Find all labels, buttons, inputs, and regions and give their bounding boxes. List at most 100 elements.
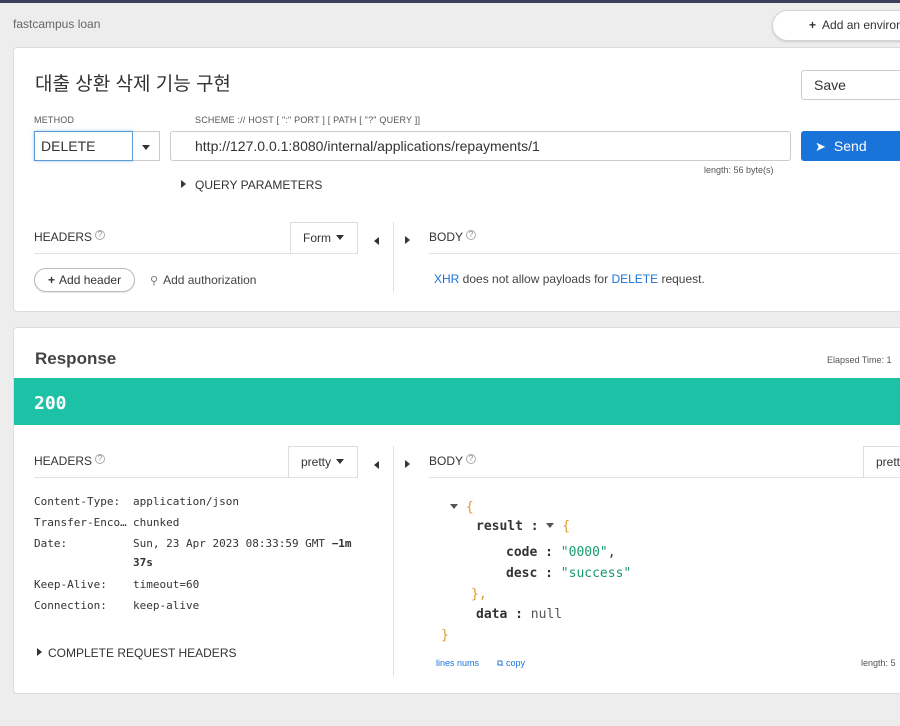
delete-method-link[interactable]: DELETE	[611, 272, 658, 286]
json-data-line: data : null	[476, 607, 562, 622]
collapse-right-icon[interactable]	[405, 456, 410, 474]
form-dropdown[interactable]: Form	[290, 222, 358, 253]
json-code-line: code : "0000",	[506, 545, 616, 560]
xhr-notice-end: request.	[658, 272, 705, 286]
elapsed-time: Elapsed Time: 1	[827, 355, 892, 365]
url-input[interactable]: http://127.0.0.1:8080/internal/applicati…	[170, 131, 791, 161]
response-panel: Response Elapsed Time: 1 200 HEADERS? pr…	[13, 327, 900, 694]
json-brace: {	[465, 500, 474, 515]
add-environment-label: Add an environ	[822, 18, 900, 32]
json-result-close: },	[471, 587, 487, 602]
status-bar: 200	[14, 378, 900, 425]
collapse-left-icon[interactable]	[374, 232, 379, 250]
date-value: Sun, 23 Apr 2023 08:33:59 GMT	[133, 537, 326, 550]
method-label: METHOD	[34, 115, 75, 125]
help-icon[interactable]: ?	[466, 230, 477, 240]
json-key: result	[476, 519, 523, 534]
body-length: length: 5	[861, 658, 896, 668]
help-icon[interactable]: ?	[95, 230, 106, 240]
add-header-button[interactable]: + Add header	[34, 268, 135, 292]
header-key: Content-Type:	[34, 495, 121, 508]
divider	[34, 477, 358, 478]
collapse-right-icon[interactable]	[405, 232, 410, 250]
body-pretty-dropdown[interactable]: prett	[863, 446, 900, 477]
header-key: Date:	[34, 537, 68, 550]
key-icon: ⚲	[150, 275, 159, 287]
complete-request-headers-toggle[interactable]: COMPLETE REQUEST HEADERS	[37, 646, 236, 660]
send-label: Send	[833, 138, 867, 154]
pretty-dropdown[interactable]: pretty	[288, 446, 358, 477]
breadcrumb[interactable]: fastcampus loan	[13, 17, 100, 31]
response-headers-label: HEADERS?	[34, 454, 106, 468]
header-value: timeout=60	[133, 578, 200, 591]
divider	[429, 253, 900, 254]
request-title[interactable]: 대출 상환 삭제 기능 구현	[35, 69, 231, 96]
divider	[393, 446, 394, 676]
plus-icon: +	[809, 18, 817, 32]
help-icon[interactable]: ?	[466, 454, 477, 464]
add-authorization-link[interactable]: ⚲ Add authorization	[150, 273, 256, 287]
collapse-left-icon[interactable]	[374, 456, 379, 474]
add-authorization-label: Add authorization	[163, 273, 257, 287]
query-parameters-label: QUERY PARAMETERS	[195, 178, 323, 192]
json-root-open[interactable]: {	[450, 500, 474, 515]
json-result-line: result : {	[476, 519, 570, 534]
divider	[393, 222, 394, 292]
send-button[interactable]: ➤ Send	[801, 131, 900, 161]
json-comma: ,	[607, 545, 616, 560]
json-sep: :	[515, 607, 523, 622]
json-brace: {	[562, 519, 571, 534]
response-body-text: BODY	[429, 454, 464, 468]
xhr-link[interactable]: XHR	[434, 272, 459, 286]
copy-label: copy	[505, 658, 525, 668]
header-key: Transfer-Enco…	[34, 516, 127, 529]
collapse-icon[interactable]	[450, 504, 458, 509]
divider	[429, 477, 900, 478]
caret-down-icon	[336, 235, 344, 240]
request-body-label: BODY?	[429, 230, 477, 244]
xhr-notice: XHR does not allow payloads for DELETE r…	[434, 272, 705, 286]
lines-nums-toggle[interactable]: lines nums	[436, 658, 479, 668]
json-brace: },	[471, 587, 487, 602]
complete-request-headers-label: COMPLETE REQUEST HEADERS	[48, 646, 237, 660]
json-key: desc	[506, 566, 538, 581]
method-input[interactable]: DELETE	[34, 131, 133, 161]
date-age: −1m	[331, 537, 352, 550]
caret-right-icon	[37, 648, 42, 656]
query-parameters-toggle[interactable]: QUERY PARAMETERS	[181, 178, 322, 192]
caret-right-icon	[181, 180, 186, 188]
save-button[interactable]: Save	[801, 70, 900, 100]
add-environment-button[interactable]: + Add an environ	[772, 10, 900, 41]
add-header-label: Add header	[59, 273, 122, 287]
response-title: Response	[35, 349, 117, 368]
header-value: keep-alive	[133, 599, 200, 612]
url-label: SCHEME :// HOST [ ":" PORT ] [ PATH [ "?…	[195, 115, 421, 125]
header-value: application/json	[133, 495, 239, 508]
caret-down-icon	[142, 145, 150, 150]
response-body-label: BODY?	[429, 454, 477, 468]
plus-icon: +	[48, 273, 56, 287]
request-headers-text: HEADERS	[34, 230, 93, 244]
copy-button[interactable]: ⧉ copy	[497, 658, 525, 669]
status-code: 200	[34, 393, 67, 414]
json-string: "success"	[560, 566, 632, 581]
url-length: length: 56 byte(s)	[704, 165, 774, 175]
request-headers-label: HEADERS?	[34, 230, 106, 244]
header-value: chunked	[133, 516, 180, 529]
caret-down-icon	[336, 459, 345, 464]
copy-icon: ⧉	[497, 658, 504, 668]
xhr-notice-text: does not allow payloads for	[459, 272, 612, 286]
top-bar	[0, 0, 900, 3]
help-icon[interactable]: ?	[95, 454, 106, 464]
collapse-icon[interactable]	[546, 523, 555, 528]
date-age-seconds: 37s	[133, 556, 153, 569]
json-brace: }	[441, 628, 449, 643]
method-dropdown-toggle[interactable]	[133, 131, 160, 161]
json-root-close: }	[441, 628, 449, 643]
json-sep: :	[545, 566, 553, 581]
pretty-dropdown-label: pretty	[301, 455, 332, 469]
json-desc-line: desc : "success"	[506, 566, 631, 581]
request-panel: 대출 상환 삭제 기능 구현 Save METHOD DELETE SCHEME…	[13, 47, 900, 312]
divider	[34, 253, 358, 254]
paper-plane-icon: ➤	[815, 139, 826, 154]
